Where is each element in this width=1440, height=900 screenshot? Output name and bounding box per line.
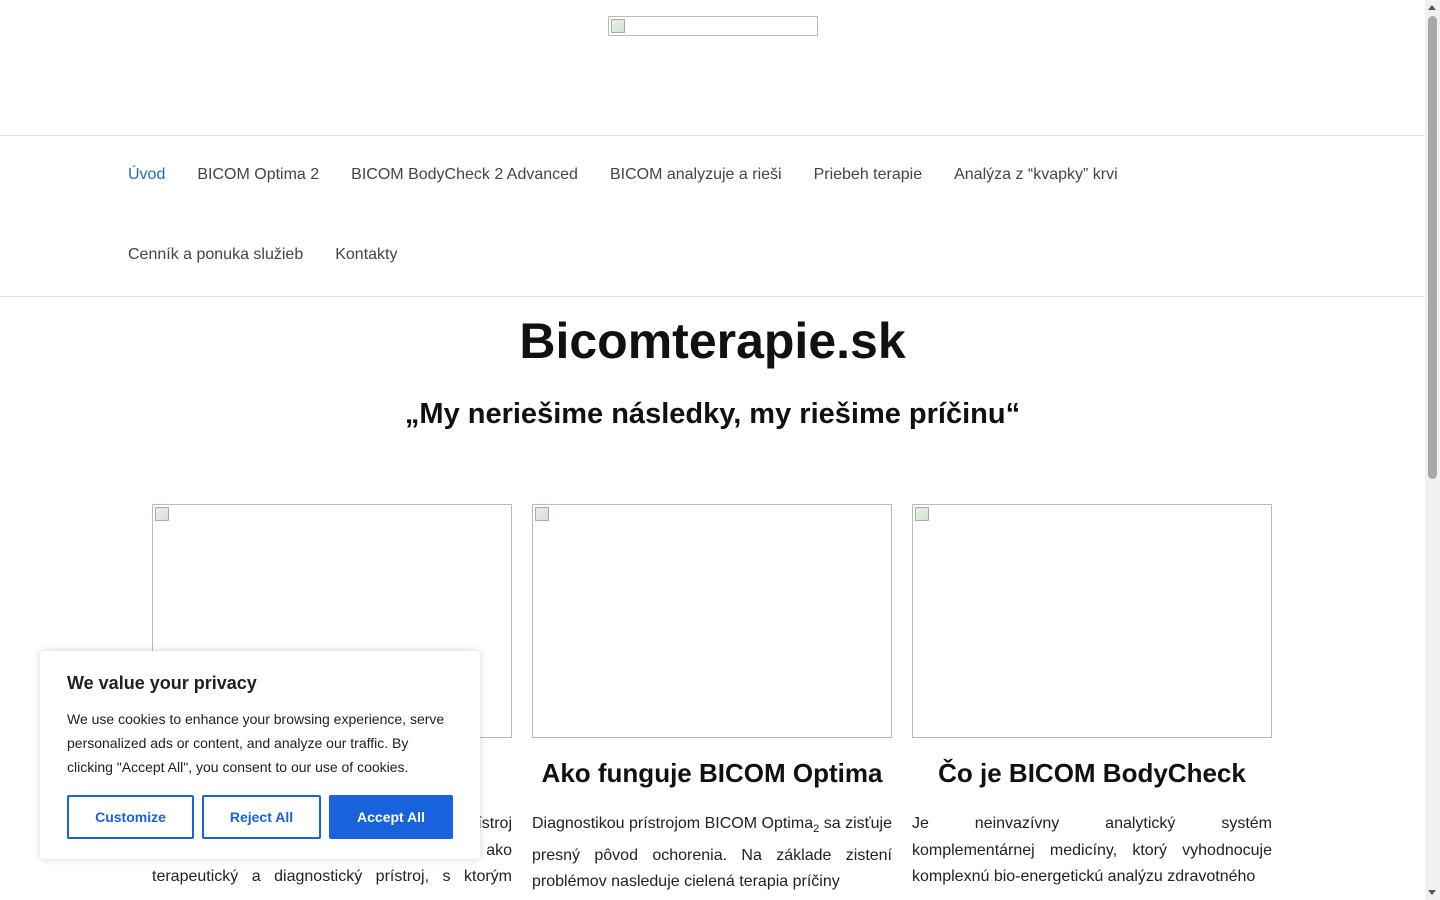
broken-image-icon: [155, 507, 169, 521]
nav-item-bicom-analyzuje-a-riesi[interactable]: BICOM analyzuje a rieši: [610, 166, 782, 184]
broken-image-icon: [535, 507, 549, 521]
nav-item-bicom-bodycheck-2-advanced[interactable]: BICOM BodyCheck 2 Advanced: [351, 166, 578, 184]
broken-image-icon: [915, 507, 929, 521]
nav-item-bicom-optima-2[interactable]: BICOM Optima 2: [197, 166, 319, 184]
page: Úvod BICOM Optima 2 BICOM BodyCheck 2 Ad…: [0, 0, 1425, 900]
nav-item-uvod[interactable]: Úvod: [128, 166, 165, 184]
feature-image-3: [912, 504, 1272, 738]
scroll-up-arrow-icon[interactable]: [1428, 5, 1436, 10]
site-logo[interactable]: [608, 16, 818, 36]
nav-row-1: Úvod BICOM Optima 2 BICOM BodyCheck 2 Ad…: [128, 166, 1118, 184]
cookie-title: We value your privacy: [67, 673, 257, 693]
scrollbar-thumb[interactable]: [1428, 16, 1437, 479]
feature-text-2: Diagnostikou prístrojom BICOM Optima2 sa…: [532, 811, 892, 896]
nav-item-priebeh-terapie[interactable]: Priebeh terapie: [814, 166, 923, 184]
cookie-consent-banner: We value your privacy We use cookies to …: [40, 651, 480, 859]
feature-text-2-pre: Diagnostikou prístrojom BICOM Optima: [532, 815, 814, 832]
feature-column-2: Ako funguje BICOM Optima Diagnostikou pr…: [532, 504, 892, 896]
feature-title-2: Ako funguje BICOM Optima: [541, 758, 883, 788]
nav-item-kontakty[interactable]: Kontakty: [335, 246, 397, 264]
scroll-down-arrow-icon[interactable]: [1428, 890, 1436, 895]
feature-text-3: Je neinvazívny analytický systém komplem…: [912, 815, 1272, 885]
page-tagline: „My neriešime následky, my riešime príči…: [404, 398, 1021, 430]
page-scrollbar[interactable]: [1425, 0, 1440, 900]
feature-title-3: Čo je BICOM BodyCheck: [938, 758, 1246, 788]
feature-column-3: Čo je BICOM BodyCheck Je neinvazívny ana…: [912, 504, 1272, 891]
feature-text-1-line-3: terapeutický a diagnostický prístroj, s …: [152, 868, 512, 885]
site-header: [0, 0, 1425, 136]
nav-item-cennik[interactable]: Cenník a ponuka služieb: [128, 246, 303, 264]
cookie-description: We use cookies to enhance your browsing …: [67, 711, 445, 775]
reject-all-button[interactable]: Reject All: [202, 795, 321, 839]
page-title: Bicomterapie.sk: [519, 313, 906, 369]
feature-image-2: [532, 504, 892, 738]
customize-button[interactable]: Customize: [67, 795, 194, 839]
accept-all-button[interactable]: Accept All: [329, 795, 453, 839]
broken-image-icon: [611, 19, 625, 33]
main-navigation: Úvod BICOM Optima 2 BICOM BodyCheck 2 Ad…: [0, 136, 1425, 297]
nav-item-analyza-z-kvapky-krvi[interactable]: Analýza z “kvapky” krvi: [954, 166, 1118, 184]
nav-row-2: Cenník a ponuka služieb Kontakty: [128, 246, 398, 264]
